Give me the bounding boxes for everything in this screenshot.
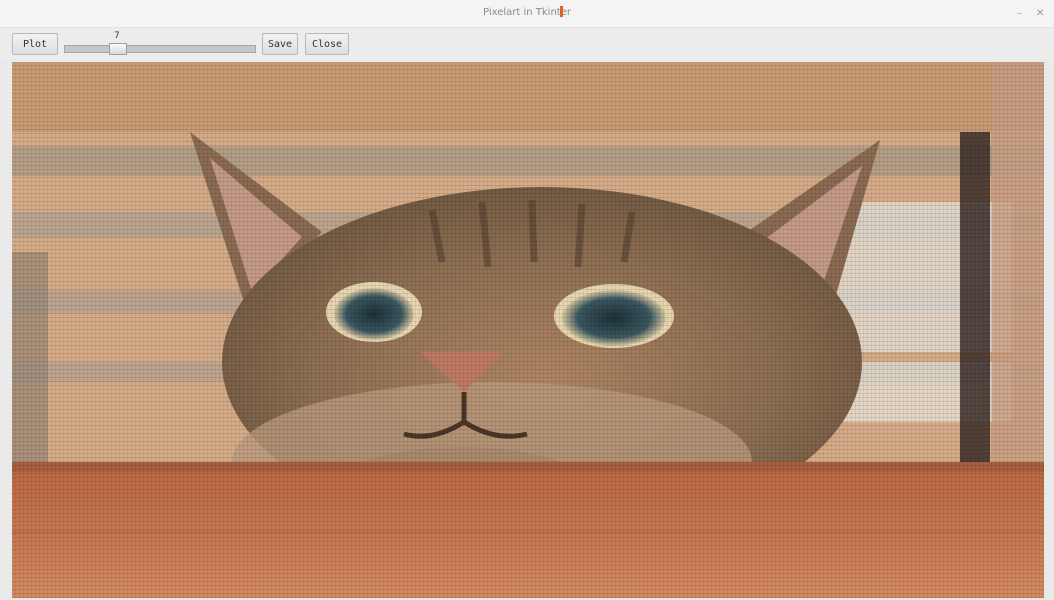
plot-button[interactable]: Plot [12,33,58,55]
title-bar: Pixelart in Tkinter – ✕ [0,0,1054,28]
close-button[interactable]: Close [305,33,349,55]
close-window-icon[interactable]: ✕ [1036,8,1044,19]
scale-value-label: 7 [114,31,120,41]
pixel-size-scale[interactable]: 7 [62,31,258,57]
pixelated-cat-image [12,62,1044,598]
scale-trough[interactable] [64,45,256,53]
minimize-icon[interactable]: – [1017,8,1022,19]
toolbar: Plot 7 Save Close [0,28,1054,60]
app-window: Pixelart in Tkinter – ✕ Plot 7 Save Clos… [0,0,1054,600]
save-button[interactable]: Save [262,33,298,55]
image-canvas[interactable] [12,62,1044,598]
scale-handle[interactable] [109,43,128,55]
pixel-grid-overlay [12,62,1044,598]
window-title: Pixelart in Tkinter [483,7,571,18]
cursor-marker [560,6,563,17]
